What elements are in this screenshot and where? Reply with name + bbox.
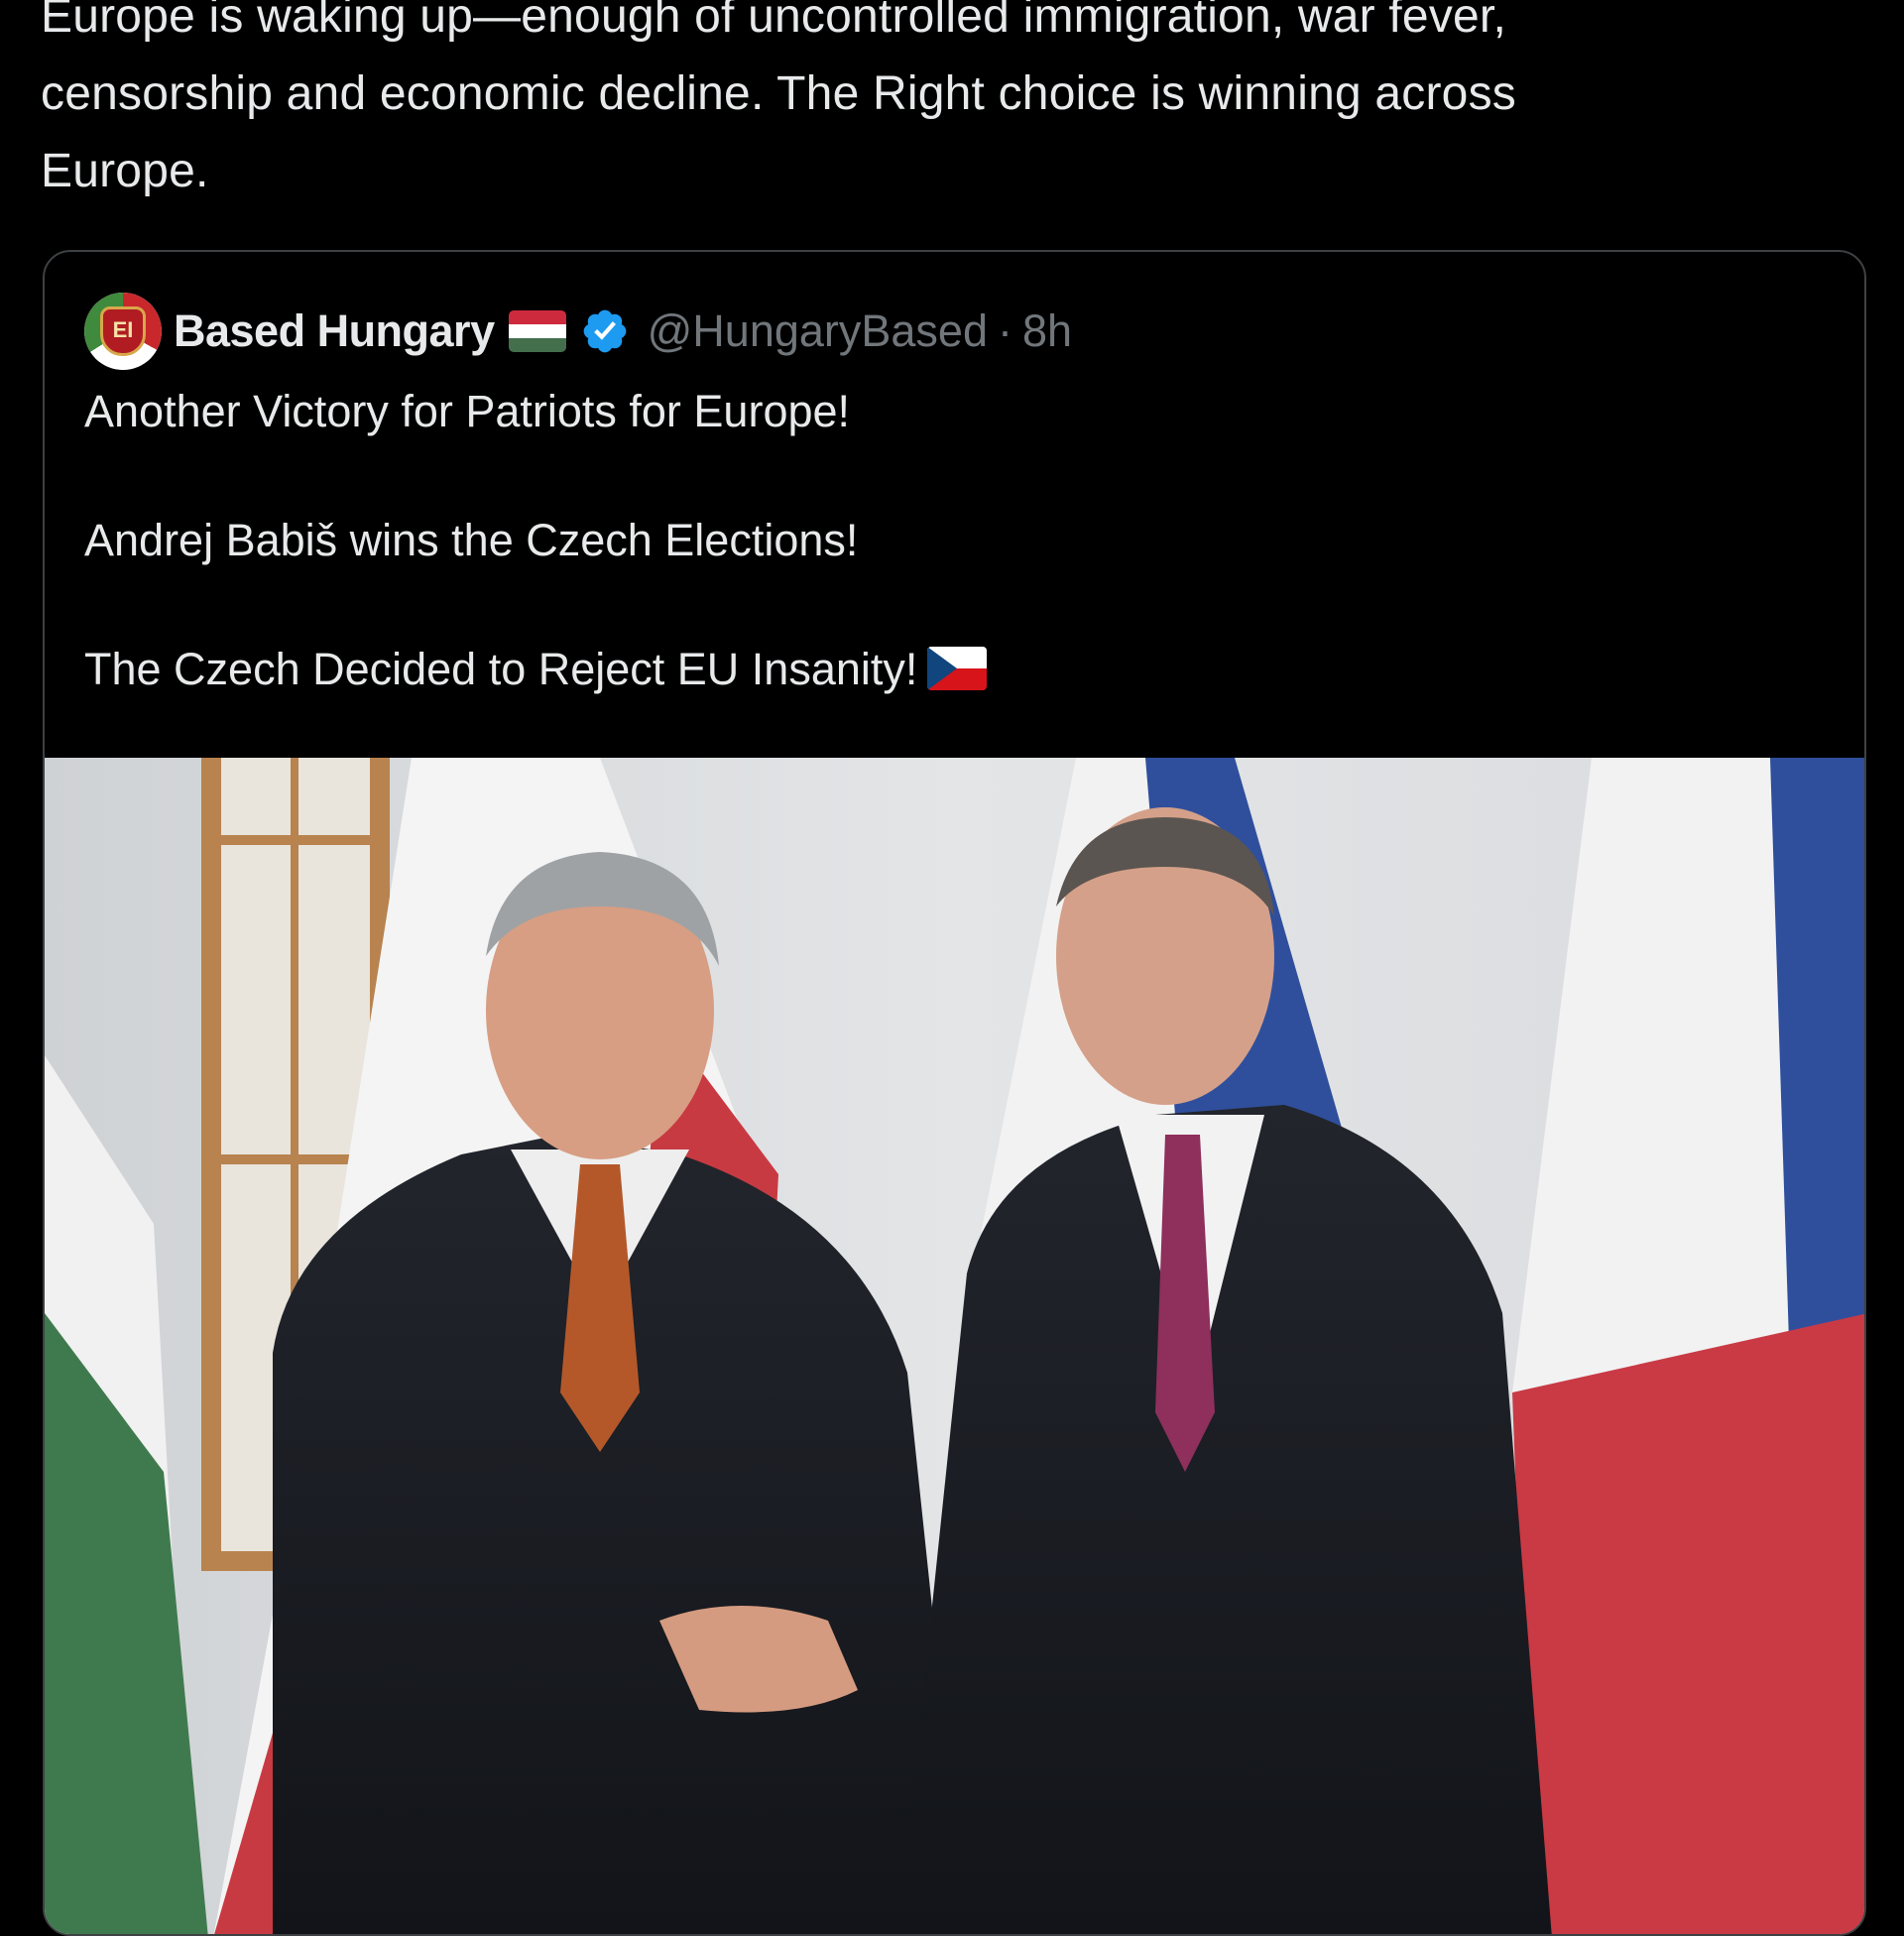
post-photo[interactable] <box>45 758 1866 1936</box>
quoted-post-card[interactable]: EI Based Hungary @HungaryBased · 8h Anot… <box>43 250 1866 1936</box>
quoted-post-paragraph-3: The Czech Decided to Reject EU Insanity! <box>84 644 918 694</box>
post-timestamp[interactable]: 8h <box>1022 305 1072 357</box>
verified-badge-icon <box>583 309 626 353</box>
quoted-post-paragraph-2: Andrej Babiš wins the Czech Elections! <box>84 515 859 565</box>
hungary-flag-icon <box>508 310 566 352</box>
meta-separator: · <box>997 305 1012 356</box>
czech-flag-icon <box>927 647 988 690</box>
quoted-post-paragraph-1: Another Victory for Patriots for Europe! <box>84 386 851 436</box>
avatar[interactable]: EI <box>84 293 162 370</box>
quoted-post-text: Another Victory for Patriots for Europe!… <box>84 379 1830 701</box>
author-display-name[interactable]: Based Hungary <box>174 305 495 357</box>
author-handle[interactable]: @HungaryBased <box>648 305 988 357</box>
avatar-logo-text: EI <box>112 317 134 342</box>
quoted-post-header: EI Based Hungary @HungaryBased · 8h <box>84 292 1072 371</box>
post-text: Europe is waking up—enough of uncontroll… <box>41 0 1516 197</box>
